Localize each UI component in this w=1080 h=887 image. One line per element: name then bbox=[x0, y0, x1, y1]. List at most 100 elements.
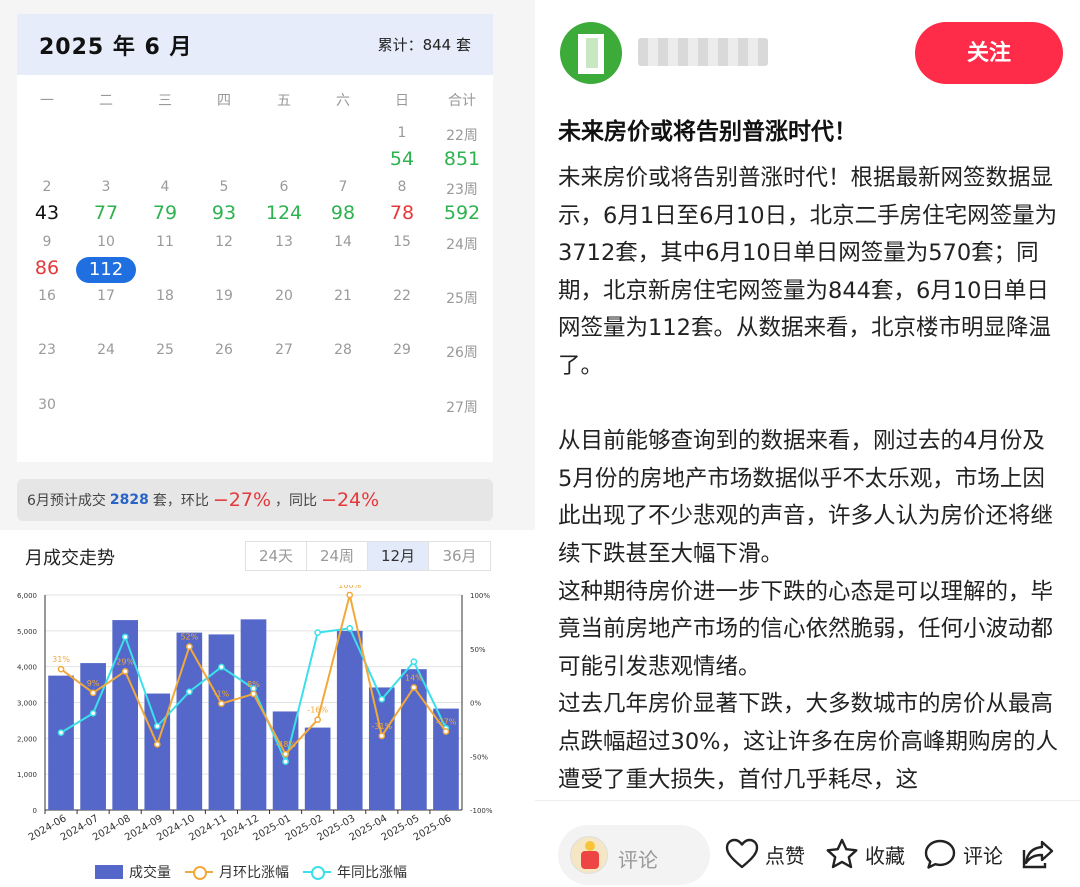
bar-volume bbox=[176, 632, 203, 810]
calendar-day[interactable]: 8 bbox=[377, 179, 427, 195]
y-right-tick: -100% bbox=[470, 807, 493, 815]
share-icon bbox=[1022, 840, 1054, 869]
favorite-label: 收藏 bbox=[865, 843, 905, 868]
bar-volume bbox=[304, 727, 331, 810]
like-button[interactable]: 点赞 bbox=[725, 838, 805, 870]
follow-button[interactable]: 关注 bbox=[915, 22, 1063, 84]
calendar-day[interactable]: 26 bbox=[199, 342, 249, 358]
author-avatar[interactable] bbox=[560, 22, 622, 84]
forecast-count: 2828 bbox=[109, 492, 149, 508]
data-label: -1% bbox=[214, 690, 230, 699]
calendar-day[interactable]: 23 bbox=[22, 342, 72, 358]
data-label: -16% bbox=[307, 706, 328, 715]
series-point bbox=[378, 695, 386, 703]
series-point bbox=[314, 716, 322, 724]
legend-item-yoy[interactable]: 年同比涨幅 bbox=[303, 862, 407, 882]
calendar-day[interactable]: 21 bbox=[318, 288, 368, 304]
series-point bbox=[250, 690, 257, 698]
calendar-day[interactable]: 4 bbox=[140, 179, 190, 195]
calendar-day[interactable]: 29 bbox=[377, 342, 427, 358]
calendar-day[interactable]: 28 bbox=[318, 342, 368, 358]
y-left-tick: 5,000 bbox=[17, 628, 37, 636]
calendar-day[interactable]: 2 bbox=[22, 179, 72, 195]
series-point bbox=[153, 741, 161, 748]
comment-button[interactable]: 评论 bbox=[923, 838, 1003, 870]
selected-day-value[interactable]: 112 bbox=[76, 257, 136, 283]
calendar-day[interactable]: 10 bbox=[81, 234, 131, 250]
legend-label-yoy: 年同比涨幅 bbox=[337, 865, 407, 881]
legend-item-volume[interactable]: 成交量 bbox=[95, 862, 171, 882]
calendar-day[interactable]: 1 bbox=[377, 125, 427, 141]
weekday-label: 四 bbox=[217, 93, 231, 109]
post-body: 未来房价或将告别普涨时代！根据最新网签数据显示，6月1日至6月10日，北京二手房… bbox=[558, 165, 1058, 793]
legend-item-mom[interactable]: 月环比涨幅 bbox=[185, 862, 289, 882]
tab-12-months[interactable]: 12月 bbox=[368, 542, 429, 570]
calendar-day[interactable]: 17 bbox=[81, 288, 131, 304]
comment-label: 评论 bbox=[963, 843, 1003, 868]
trend-section: 月成交走势 24天 24周 12月 36月 0 1,000 2,000 3,000 4,… bbox=[0, 530, 535, 887]
calendar-day[interactable]: 13 bbox=[259, 234, 309, 250]
data-label: 9% bbox=[87, 679, 100, 688]
series-point bbox=[57, 665, 65, 673]
day-value[interactable]: 54 bbox=[372, 148, 432, 170]
calendar-day[interactable]: 24 bbox=[81, 342, 131, 358]
bar-volume bbox=[240, 619, 267, 810]
comment-input[interactable]: 评论 bbox=[558, 825, 710, 885]
day-value[interactable]: 93 bbox=[194, 202, 254, 224]
weekday-label: 合计 bbox=[448, 93, 476, 109]
series-point bbox=[185, 688, 193, 696]
forecast-sep: ，同比 bbox=[275, 493, 318, 509]
series-point bbox=[378, 732, 386, 740]
series-point bbox=[185, 643, 193, 650]
day-value[interactable]: 86 bbox=[17, 257, 77, 279]
data-label: 29% bbox=[116, 657, 134, 666]
series-point bbox=[121, 667, 129, 675]
day-value[interactable]: 43 bbox=[17, 202, 77, 224]
day-value[interactable]: 77 bbox=[76, 202, 136, 224]
calendar-day[interactable]: 11 bbox=[140, 234, 190, 250]
tab-36-months[interactable]: 36月 bbox=[429, 542, 490, 570]
calendar-day[interactable]: 19 bbox=[199, 288, 249, 304]
calendar-day[interactable]: 18 bbox=[140, 288, 190, 304]
weekday-label: 二 bbox=[99, 93, 113, 109]
calendar-day[interactable]: 20 bbox=[259, 288, 309, 304]
day-value[interactable]: 124 bbox=[254, 202, 314, 224]
week-label: 26周 bbox=[446, 345, 478, 361]
calendar-day[interactable]: 5 bbox=[199, 179, 249, 195]
calendar-card: 2025 年 6 月 累计：844 套 一二三四五六日合计 1 22周 54 851 2 3… bbox=[17, 14, 493, 462]
weekday-label: 三 bbox=[158, 93, 172, 109]
calendar-day[interactable]: 12 bbox=[199, 234, 249, 250]
share-button[interactable] bbox=[1021, 838, 1055, 870]
calendar-day[interactable]: 27 bbox=[259, 342, 309, 358]
data-label: 100% bbox=[338, 585, 361, 590]
week-label: 23周 bbox=[446, 182, 478, 198]
calendar-day[interactable]: 22 bbox=[377, 288, 427, 304]
legend-label-mom: 月环比涨幅 bbox=[219, 865, 289, 881]
calendar-day[interactable]: 15 bbox=[377, 234, 427, 250]
favorite-button[interactable]: 收藏 bbox=[825, 838, 905, 870]
day-value[interactable]: 78 bbox=[372, 202, 432, 224]
calendar-day[interactable]: 16 bbox=[22, 288, 72, 304]
bar-volume bbox=[208, 634, 235, 810]
day-value[interactable]: 79 bbox=[135, 202, 195, 224]
y-left-tick: 2,000 bbox=[17, 735, 37, 743]
week-label: 27周 bbox=[446, 400, 478, 416]
day-value[interactable]: 98 bbox=[313, 202, 373, 224]
tab-24-days[interactable]: 24天 bbox=[246, 542, 307, 570]
calendar-day[interactable]: 25 bbox=[140, 342, 190, 358]
calendar-day[interactable]: 9 bbox=[22, 234, 72, 250]
calendar-day[interactable]: 3 bbox=[81, 179, 131, 195]
comment-placeholder: 评论 bbox=[618, 848, 658, 872]
calendar-day[interactable]: 7 bbox=[318, 179, 368, 195]
forecast-mid: 套，环比 bbox=[152, 493, 209, 509]
forecast-mom: −27% bbox=[212, 489, 272, 511]
data-label: 52% bbox=[180, 633, 198, 642]
calendar-day[interactable]: 14 bbox=[318, 234, 368, 250]
y-right-tick: 0% bbox=[470, 700, 481, 708]
calendar-day[interactable]: 30 bbox=[22, 397, 72, 413]
calendar-day[interactable]: 6 bbox=[259, 179, 309, 195]
author-name-blurred[interactable] bbox=[638, 38, 768, 66]
tab-24-weeks[interactable]: 24周 bbox=[307, 542, 368, 570]
series-point bbox=[57, 729, 65, 736]
data-label: 14% bbox=[405, 673, 423, 682]
